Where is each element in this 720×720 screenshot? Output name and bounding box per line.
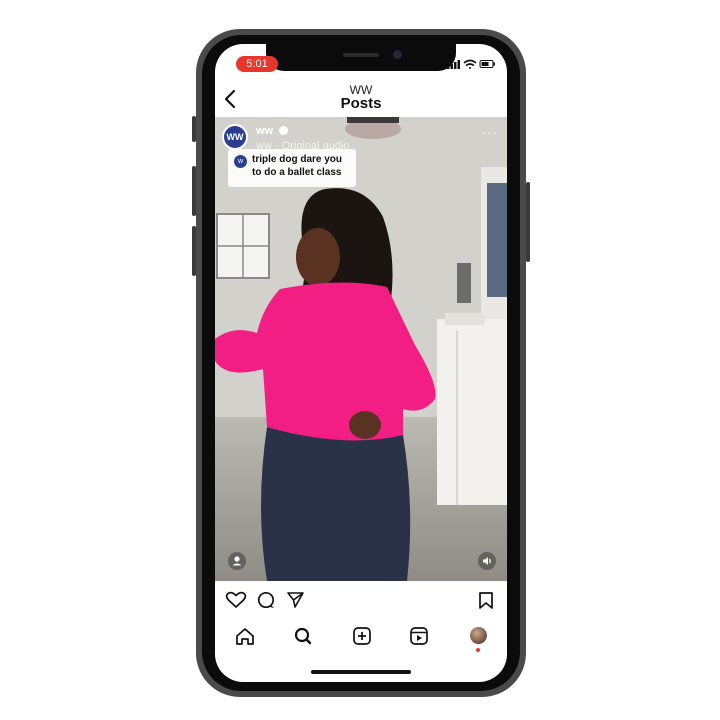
- avatar-logo: WW: [226, 132, 244, 142]
- post-username[interactable]: ww: [256, 125, 273, 137]
- save-icon[interactable]: [479, 592, 493, 609]
- home-indicator[interactable]: [311, 670, 411, 674]
- notch: [266, 44, 456, 71]
- mute-switch: [192, 116, 196, 142]
- notification-dot: [476, 648, 480, 652]
- speaker-icon: [483, 557, 491, 565]
- avatar[interactable]: WW: [222, 124, 248, 150]
- post-actions: [225, 591, 493, 609]
- speaker: [343, 53, 379, 57]
- reels-icon[interactable]: [410, 627, 428, 645]
- front-camera: [393, 50, 402, 59]
- profile-icon[interactable]: [470, 627, 487, 644]
- signal-icon: [447, 60, 460, 69]
- person-icon: [232, 556, 242, 566]
- page-title: Posts: [340, 95, 382, 112]
- search-icon[interactable]: [294, 627, 312, 645]
- more-options-icon[interactable]: ···: [482, 126, 498, 139]
- volume-down-button: [192, 226, 196, 276]
- create-icon[interactable]: [353, 627, 371, 645]
- power-button: [526, 182, 530, 262]
- tagged-people-button[interactable]: [228, 552, 246, 570]
- status-time: 5:01: [236, 56, 278, 72]
- home-icon[interactable]: [236, 628, 254, 645]
- heart-icon[interactable]: [225, 591, 247, 608]
- caption-text: triple dog dare you to do a ballet class: [252, 154, 343, 178]
- bottom-nav: [236, 627, 428, 645]
- wifi-icon: [463, 59, 477, 69]
- battery-icon: [479, 60, 495, 68]
- volume-up-button: [192, 166, 196, 216]
- caption-logo-icon: w: [234, 155, 247, 168]
- comment-icon[interactable]: [257, 591, 275, 609]
- status-icons: [447, 59, 495, 69]
- share-icon[interactable]: [287, 592, 304, 608]
- verified-icon: [279, 126, 288, 135]
- mute-button[interactable]: [478, 552, 496, 570]
